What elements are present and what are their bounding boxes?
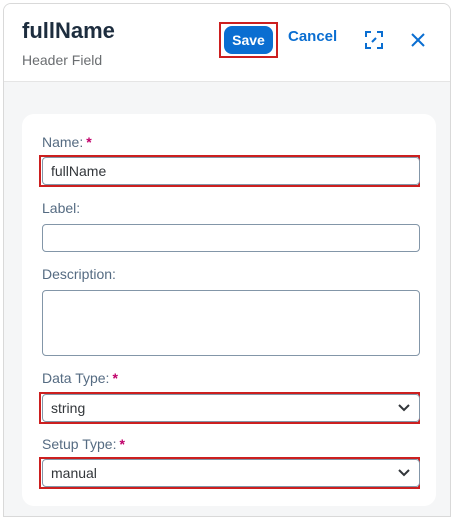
enter-fullscreen-icon[interactable] bbox=[360, 26, 388, 54]
name-label-text: Name: bbox=[42, 134, 84, 150]
data-type-value: string bbox=[51, 400, 86, 416]
name-label: Name: * bbox=[42, 134, 92, 150]
cancel-button[interactable]: Cancel bbox=[288, 28, 337, 45]
chevron-down-icon bbox=[398, 404, 410, 412]
name-required-marker: * bbox=[86, 134, 92, 150]
description-textarea[interactable] bbox=[42, 290, 420, 356]
save-button-highlight: Save bbox=[219, 22, 278, 58]
save-button[interactable]: Save bbox=[224, 26, 273, 54]
description-label-text: Description: bbox=[42, 266, 116, 282]
chevron-down-icon bbox=[398, 469, 410, 477]
data-type-required-marker: * bbox=[112, 370, 118, 386]
close-icon[interactable] bbox=[404, 26, 432, 54]
description-label: Description: bbox=[42, 266, 116, 282]
label-input[interactable] bbox=[42, 224, 420, 252]
label-label: Label: bbox=[42, 200, 80, 216]
setup-type-value: manual bbox=[51, 465, 97, 481]
data-type-select[interactable]: string bbox=[42, 394, 420, 422]
page-title: fullName bbox=[22, 18, 115, 43]
label-label-text: Label: bbox=[42, 200, 81, 216]
field-editor-panel: fullName Header Field Save Cancel Name: * bbox=[3, 3, 451, 517]
data-type-label-text: Data Type: bbox=[42, 370, 110, 386]
setup-type-select[interactable]: manual bbox=[42, 459, 420, 487]
setup-type-label: Setup Type: * bbox=[42, 436, 125, 452]
page-subtitle: Header Field bbox=[22, 52, 103, 68]
panel-header: fullName Header Field Save Cancel bbox=[4, 4, 450, 82]
setup-type-label-text: Setup Type: bbox=[42, 436, 117, 452]
data-type-label: Data Type: * bbox=[42, 370, 118, 386]
name-input[interactable] bbox=[42, 157, 420, 185]
setup-type-required-marker: * bbox=[119, 436, 125, 452]
form-card: Name:* Label: Description: Data Type:* s… bbox=[22, 114, 436, 506]
